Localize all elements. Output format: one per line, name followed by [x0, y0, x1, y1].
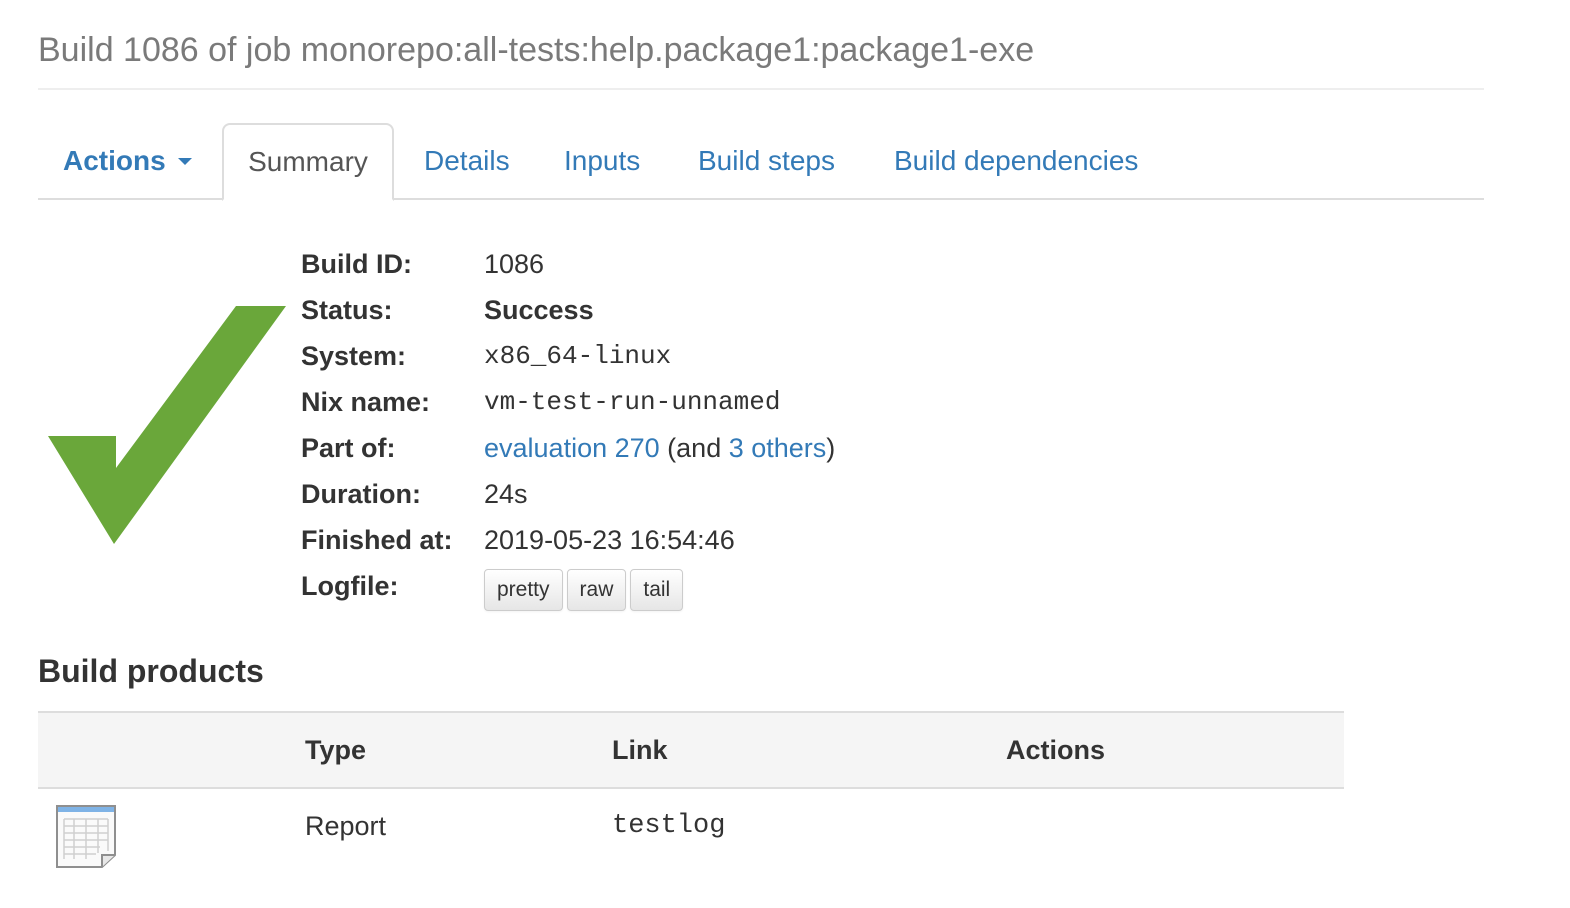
tab-build-dependencies[interactable]: Build dependencies: [894, 124, 1138, 198]
build-id-value: 1086: [484, 249, 545, 279]
page-title: Build 1086 of job monorepo:all-tests:hel…: [38, 31, 1035, 69]
column-header-actions: Actions: [1006, 735, 1106, 765]
build-page: Build 1086 of job monorepo:all-tests:hel…: [0, 0, 1570, 908]
nix-name-label: Nix name:: [301, 387, 431, 417]
checkmark-icon: [48, 306, 286, 544]
system-value: x86_64-linux: [484, 341, 672, 371]
part-of-value: evaluation 270 (and 3 others): [484, 425, 835, 471]
duration-label: Duration:: [301, 479, 421, 509]
logfile-label: Logfile:: [301, 571, 399, 601]
build-products-heading: Build products: [38, 653, 264, 689]
tab-inputs[interactable]: Inputs: [564, 124, 640, 198]
part-of-label: Part of:: [301, 433, 396, 463]
duration-value: 24s: [484, 479, 528, 509]
finished-at-label: Finished at:: [301, 525, 453, 555]
status-label: Status:: [301, 295, 393, 325]
table-row: Report testlog: [38, 789, 1344, 873]
actions-dropdown[interactable]: Actions: [63, 124, 192, 198]
evaluation-link[interactable]: evaluation 270: [484, 433, 660, 463]
nix-name-value: vm-test-run-unnamed: [484, 387, 781, 417]
product-link-testlog[interactable]: testlog: [612, 789, 725, 863]
tab-build-steps[interactable]: Build steps: [698, 124, 835, 198]
tab-summary[interactable]: Summary: [222, 123, 394, 201]
table-header: Type Link Actions: [38, 711, 1344, 789]
finished-at-value: 2019-05-23 16:54:46: [484, 525, 735, 555]
column-header-type: Type: [305, 735, 367, 765]
column-header-link: Link: [612, 735, 668, 765]
caret-down-icon: [177, 157, 192, 165]
report-icon: [56, 805, 116, 868]
logfile-tail-button[interactable]: tail: [630, 569, 684, 611]
title-divider: [38, 88, 1484, 90]
system-label: System:: [301, 341, 407, 371]
tab-bar: Actions Summary Details Inputs Build ste…: [38, 123, 1484, 201]
build-id-label: Build ID:: [301, 249, 412, 279]
tab-details[interactable]: Details: [424, 124, 510, 198]
others-link[interactable]: 3 others: [729, 433, 827, 463]
close-paren: ): [826, 433, 836, 463]
logfile-raw-button[interactable]: raw: [566, 569, 627, 611]
actions-dropdown-label: Actions: [63, 145, 166, 176]
product-type: Report: [305, 811, 387, 841]
status-value: Success: [484, 295, 594, 325]
build-products-table: Type Link Actions Report testlog: [38, 711, 1344, 873]
and-text: (and: [667, 433, 722, 463]
logfile-pretty-button[interactable]: pretty: [484, 569, 563, 611]
logfile-buttons: pretty raw tail: [484, 563, 687, 611]
